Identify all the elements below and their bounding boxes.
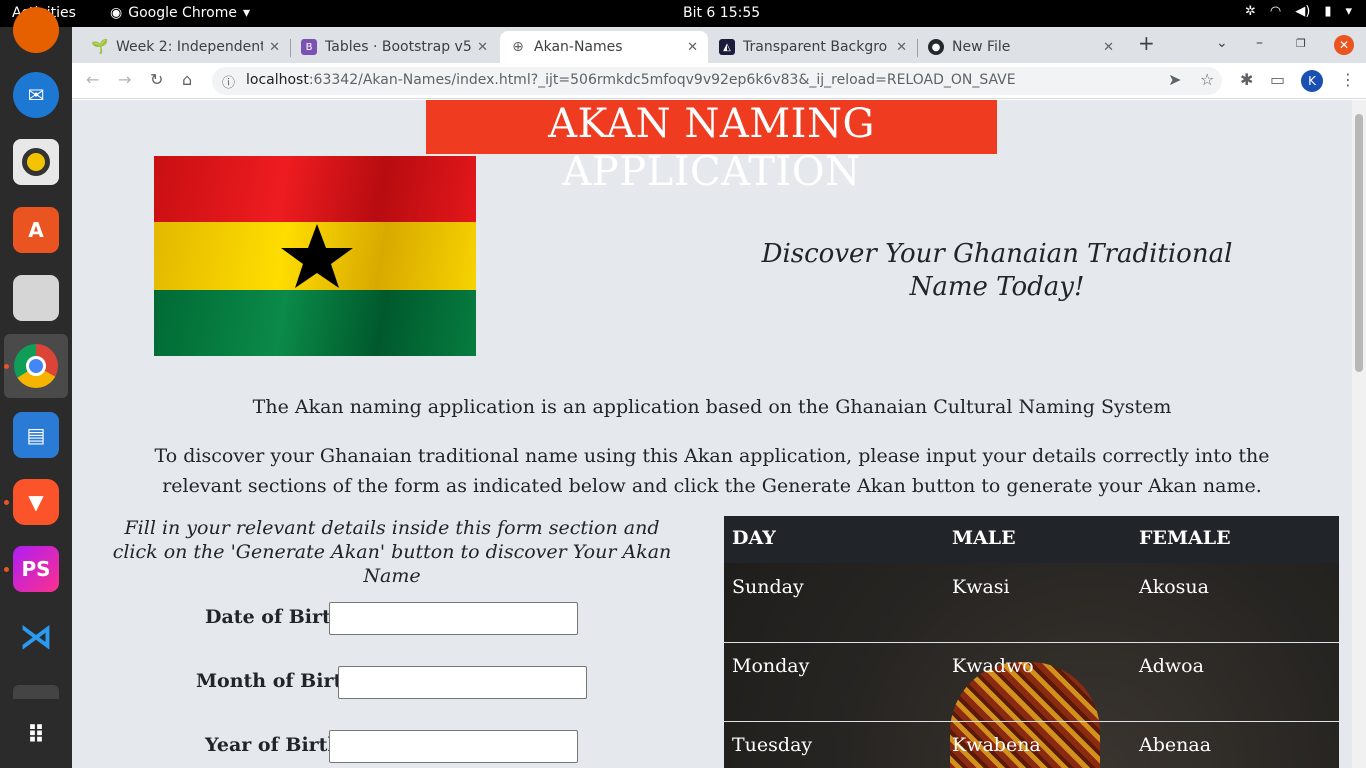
year-of-birth-input[interactable]: [329, 730, 578, 763]
github-icon: ●: [928, 39, 944, 55]
globe-icon: ⊕: [512, 39, 524, 55]
profile-avatar[interactable]: K: [1301, 70, 1323, 92]
tab-week2[interactable]: 🌱 Week 2: Independent ✕: [82, 31, 290, 63]
close-tab-icon[interactable]: ✕: [269, 40, 280, 55]
firefox-icon[interactable]: [13, 7, 59, 53]
address-bar[interactable]: ⓘ localhost:63342/Akan-Names/index.html?…: [212, 67, 1222, 95]
scrollbar-thumb[interactable]: [1355, 114, 1363, 372]
tagline: Discover Your Ghanaian Traditional Name …: [761, 239, 1233, 302]
back-button[interactable]: ←: [86, 70, 99, 89]
close-tab-icon[interactable]: ✕: [1103, 40, 1114, 55]
vscode-icon[interactable]: ⋊: [13, 614, 59, 660]
maximize-button[interactable]: ❐: [1296, 37, 1306, 50]
system-tray[interactable]: ✲ ◠ ◀) ▮ ▾: [1245, 4, 1352, 19]
page-title: AKAN NAMING APPLICATION: [426, 100, 997, 195]
home-icon[interactable]: ⌂: [182, 70, 192, 89]
seedling-icon: 🌱: [91, 39, 109, 55]
page-scrollbar[interactable]: [1352, 100, 1366, 768]
page-viewport: AKAN NAMING APPLICATION Discover Your Gh…: [72, 100, 1352, 768]
wifi-icon: ◠: [1269, 4, 1282, 19]
ubuntu-software-icon[interactable]: A: [13, 207, 59, 253]
slack-tray-icon[interactable]: ✲: [1245, 4, 1256, 19]
date-of-birth-input[interactable]: [329, 602, 578, 635]
extensions-icon[interactable]: ✱: [1240, 70, 1253, 89]
forward-button[interactable]: →: [118, 70, 131, 89]
brave-icon[interactable]: ▼: [13, 479, 59, 525]
running-indicator: [4, 364, 9, 369]
intro-paragraph: The Akan naming application is an applic…: [252, 396, 1172, 418]
table-cell: Tuesday: [732, 734, 813, 756]
column-header-female: FEMALE: [1139, 527, 1231, 549]
running-indicator: [4, 500, 9, 505]
column-header-male: MALE: [952, 527, 1016, 549]
app-menu[interactable]: ◉ Google Chrome ▾: [110, 5, 250, 21]
table-cell: Kwasi: [952, 576, 1010, 598]
close-tab-icon[interactable]: ✕: [687, 40, 698, 55]
table-cell: Monday: [732, 655, 810, 677]
new-tab-button[interactable]: +: [1138, 31, 1155, 55]
chevron-down-icon: ▾: [242, 5, 250, 21]
table-cell: Kwabena: [952, 734, 1041, 756]
site-info-icon[interactable]: ⓘ: [222, 72, 235, 91]
close-tab-icon[interactable]: ✕: [477, 40, 488, 55]
clock[interactable]: Bit 6 15:55: [683, 5, 760, 21]
reload-button[interactable]: ↻: [150, 70, 163, 89]
phpstorm-icon[interactable]: PS: [13, 546, 59, 592]
power-menu-icon: ▾: [1345, 4, 1352, 19]
system-top-bar: Activities ◉ Google Chrome ▾ Bit 6 15:55…: [0, 0, 1366, 27]
tab-akan-names[interactable]: ⊕ Akan-Names ✕: [500, 31, 708, 63]
browser-window: 🌱 Week 2: Independent ✕ B Tables · Boots…: [72, 27, 1366, 768]
table-header: DAY MALE FEMALE: [724, 516, 1339, 563]
running-indicator: [4, 567, 9, 572]
tab-transparent-background[interactable]: ◭ Transparent Backgro ✕: [709, 31, 917, 63]
browser-toolbar: ← → ↻ ⌂ ⓘ localhost:63342/Akan-Names/ind…: [72, 63, 1366, 99]
table-cell: Kwadwo: [952, 655, 1034, 677]
close-tab-icon[interactable]: ✕: [896, 40, 907, 55]
row-divider: [724, 721, 1339, 722]
column-header-day: DAY: [732, 527, 776, 549]
tab-search-chevron-icon[interactable]: ⌄: [1216, 35, 1228, 51]
send-to-device-icon[interactable]: ➤: [1168, 70, 1181, 89]
cast-icon[interactable]: ▭: [1270, 70, 1285, 89]
bootstrap-icon: B: [301, 39, 317, 55]
battery-icon: ▮: [1324, 4, 1332, 19]
minimize-button[interactable]: –: [1256, 35, 1263, 51]
bookmark-star-icon[interactable]: ☆: [1200, 70, 1214, 89]
tab-bootstrap-tables[interactable]: B Tables · Bootstrap v5 ✕: [291, 31, 498, 63]
libreoffice-writer-icon[interactable]: ▤: [13, 412, 59, 458]
row-divider: [724, 642, 1339, 643]
month-of-birth-input[interactable]: [338, 666, 587, 699]
black-star-icon: [281, 224, 353, 288]
table-cell: Akosua: [1139, 576, 1209, 598]
tab-strip: 🌱 Week 2: Independent ✕ B Tables · Boots…: [72, 27, 1366, 63]
terminal-icon[interactable]: [13, 685, 59, 699]
url-host: localhost: [246, 72, 309, 88]
kebab-menu-icon[interactable]: ⋮: [1340, 70, 1356, 89]
layer-icon: ◭: [719, 39, 735, 55]
table-cell: Sunday: [732, 576, 804, 598]
table-cell: Abenaa: [1139, 734, 1212, 756]
show-apps-icon[interactable]: ⠿: [13, 712, 59, 758]
url-path: :63342/Akan-Names/index.html?_ijt=506rmk…: [308, 72, 1016, 88]
tab-new-file[interactable]: ● New File ✕: [918, 31, 1124, 63]
thunderbird-icon[interactable]: ✉: [13, 72, 59, 118]
akan-names-table: DAY MALE FEMALE Sunday Kwasi Akosua Mond…: [724, 516, 1339, 768]
files-icon[interactable]: [13, 275, 59, 321]
app-menu-label: Google Chrome: [128, 5, 237, 21]
chrome-small-icon: ◉: [110, 5, 123, 21]
year-of-birth-label: Year of Birth:: [205, 734, 349, 756]
table-cell: Adwoa: [1139, 655, 1204, 677]
instructions-paragraph: To discover your Ghanaian traditional na…: [154, 445, 1270, 497]
close-window-button[interactable]: ✕: [1334, 35, 1354, 55]
application-dock: ✉ A ▤ ▼ PS ⋊ ⠿: [0, 7, 72, 768]
rhythmbox-icon[interactable]: [13, 139, 59, 185]
volume-icon: ◀): [1295, 4, 1311, 19]
ghana-flag-image: [154, 156, 476, 356]
chrome-icon[interactable]: [4, 334, 68, 398]
form-hint: Fill in your relevant details inside thi…: [112, 517, 672, 587]
